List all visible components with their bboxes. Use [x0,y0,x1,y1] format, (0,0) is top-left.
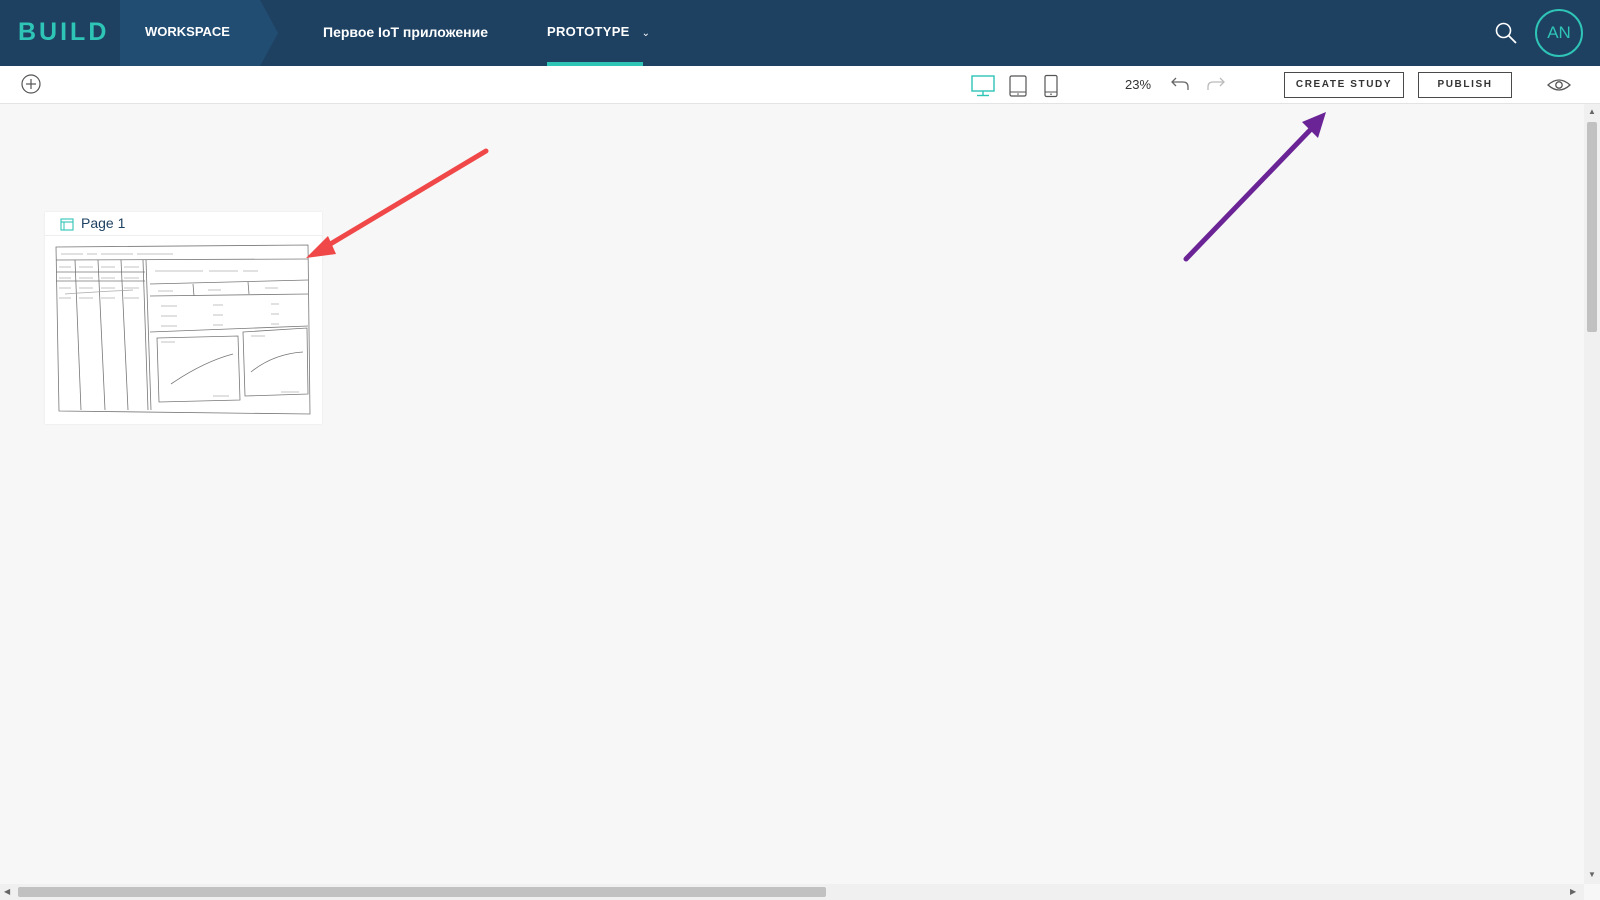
app-logo[interactable]: BUILD [18,18,109,47]
prototype-canvas[interactable]: Page 1 [0,104,1584,884]
page-icon [60,218,74,231]
vertical-scrollbar[interactable]: ▲ ▼ [1584,104,1600,884]
scroll-down-icon[interactable]: ▼ [1588,870,1596,879]
nav-prototype-label: PROTOTYPE [547,24,630,39]
scroll-left-icon[interactable]: ◀ [4,887,10,896]
toolbar: 23% CREATE STUDY PUBLISH [0,66,1600,104]
vertical-scroll-thumb[interactable] [1587,122,1597,332]
chevron-down-icon: ⌄ [641,28,651,39]
sketch-image [55,244,311,415]
nav-prototype[interactable]: PROTOTYPE ⌄ [547,0,650,66]
zoom-level[interactable]: 23% [1125,77,1151,92]
undo-icon[interactable] [1170,75,1190,93]
nav-workspace[interactable]: WORKSPACE [145,0,230,66]
page-name[interactable]: Page 1 [81,215,125,231]
horizontal-scroll-thumb[interactable] [18,887,826,897]
page-card-header: Page 1 [45,212,322,236]
phone-icon[interactable] [1043,74,1059,98]
top-nav-bar: BUILD WORKSPACE Первое IoT приложение PR… [0,0,1600,66]
search-icon[interactable] [1494,21,1518,45]
scroll-right-icon[interactable]: ▶ [1570,887,1576,896]
scroll-up-icon[interactable]: ▲ [1588,107,1596,116]
publish-button[interactable]: PUBLISH [1418,72,1512,98]
add-page-icon[interactable] [20,73,42,95]
eye-icon[interactable] [1546,75,1572,95]
create-study-button[interactable]: CREATE STUDY [1284,72,1404,98]
horizontal-scrollbar[interactable]: ◀ ▶ [0,884,1584,900]
breadcrumb-arrow [260,0,278,66]
page-thumbnail-card[interactable]: Page 1 [45,212,322,424]
user-avatar[interactable]: AN [1535,9,1583,57]
desktop-icon[interactable] [970,74,996,98]
tablet-icon[interactable] [1008,74,1028,98]
redo-icon[interactable] [1206,75,1226,93]
nav-project-name[interactable]: Первое IoT приложение [323,0,488,66]
